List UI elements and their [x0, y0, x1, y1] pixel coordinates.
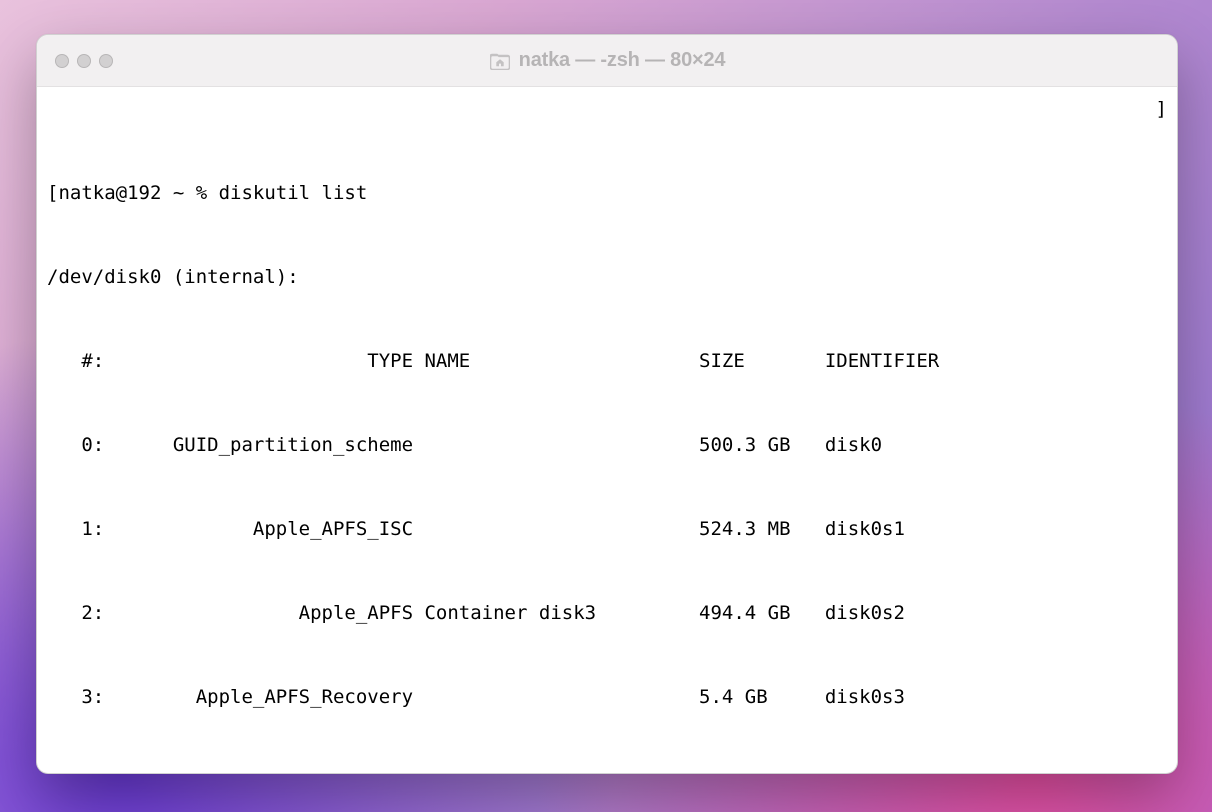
- prompt-command: natka@192 ~ % diskutil list: [58, 182, 367, 204]
- terminal-content[interactable]: ] [natka@192 ~ % diskutil list /dev/disk…: [37, 87, 1177, 773]
- disk0-header: /dev/disk0 (internal):: [47, 263, 1167, 291]
- table-row: 1: Apple_APFS_ISC 524.3 MB disk0s1: [47, 515, 1167, 543]
- window-title: natka — -zsh — 80×24: [37, 49, 1177, 72]
- close-button[interactable]: [55, 54, 69, 68]
- prompt-line: [natka@192 ~ % diskutil list: [47, 179, 1167, 207]
- table-row: 2: Apple_APFS Container disk3 494.4 GB d…: [47, 599, 1167, 627]
- column-header: #: TYPE NAME SIZE IDENTIFIER: [47, 347, 1167, 375]
- titlebar[interactable]: natka — -zsh — 80×24: [37, 35, 1177, 87]
- table-row: 0: GUID_partition_scheme 500.3 GB disk0: [47, 431, 1167, 459]
- table-row: 3: Apple_APFS_Recovery 5.4 GB disk0s3: [47, 683, 1167, 711]
- window-title-text: natka — -zsh — 80×24: [519, 49, 726, 72]
- zoom-button[interactable]: [99, 54, 113, 68]
- prompt-close-bracket: ]: [1156, 95, 1167, 123]
- minimize-button[interactable]: [77, 54, 91, 68]
- home-folder-icon: [489, 51, 511, 71]
- prompt-open-bracket: [: [47, 182, 58, 204]
- window-controls: [55, 54, 113, 68]
- terminal-window: natka — -zsh — 80×24 ] [natka@192 ~ % di…: [36, 34, 1178, 774]
